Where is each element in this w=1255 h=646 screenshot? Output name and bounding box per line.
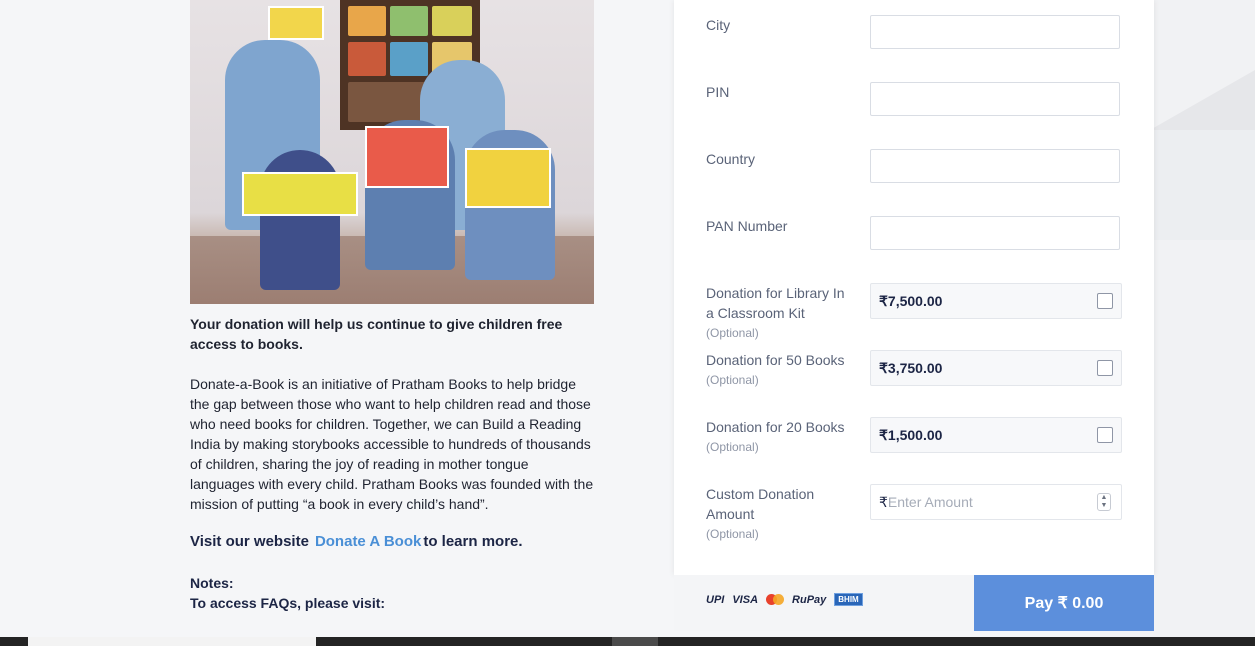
donation-row: Donation for Library In a Classroom Kit … [706, 283, 1126, 347]
visit-suffix: to learn more. [423, 533, 523, 550]
city-label: City [706, 17, 731, 33]
taskbar-app-icon[interactable] [612, 637, 658, 646]
country-label: Country [706, 151, 756, 167]
donation-label: Donation for 50 Books [706, 352, 845, 368]
donation-row: Donation for 20 Books (Optional) ₹1,500.… [706, 417, 1126, 481]
donation-option[interactable]: ₹3,750.00 [870, 350, 1122, 386]
country-input[interactable] [870, 149, 1120, 183]
optional-tag: (Optional) [706, 440, 759, 454]
pan-row: PAN Number [706, 216, 1126, 276]
amount-placeholder: Enter Amount [887, 494, 973, 510]
custom-donation-row: Custom Donation Amount (Optional) ₹Enter… [706, 484, 1126, 548]
custom-donation-label: Custom Donation Amount [706, 486, 815, 522]
pay-label: Pay [1024, 595, 1054, 612]
payment-footer: UPI VISA RuPay BHIM Pay ₹ 0.00 [674, 575, 1154, 631]
donation-checkbox[interactable] [1097, 293, 1113, 309]
notes-section: Notes: To access FAQs, please visit: [190, 573, 600, 613]
pay-button[interactable]: Pay ₹ 0.00 [974, 575, 1154, 631]
notes-title: Notes: [190, 575, 234, 591]
left-column: Your donation will help us continue to g… [190, 0, 600, 613]
children-reading-photo [190, 0, 594, 304]
city-input[interactable] [870, 15, 1120, 49]
photo-book [242, 172, 358, 216]
photo-book [268, 6, 324, 40]
bharat-logo: BHIM [834, 593, 863, 606]
visit-website-line: Visit our website Donate A Book to learn m… [190, 533, 600, 550]
mastercard-icon [766, 594, 785, 605]
donation-checkbox[interactable] [1097, 360, 1113, 376]
pin-row: PIN [706, 82, 1126, 142]
donation-row: Donation for 50 Books (Optional) ₹3,750.… [706, 350, 1126, 414]
taskbar-search-box[interactable] [28, 637, 316, 646]
donate-a-book-link[interactable]: Donate A Book [315, 533, 421, 550]
background-shape [1150, 70, 1255, 130]
donation-form-card: City PIN Country PAN Number Donation for… [674, 0, 1154, 575]
pin-input[interactable] [870, 82, 1120, 116]
upi-logo: UPI [706, 593, 725, 606]
photo-book [365, 126, 449, 188]
pan-input[interactable] [870, 216, 1120, 250]
pay-amount: ₹ 0.00 [1057, 595, 1104, 612]
optional-tag: (Optional) [706, 373, 759, 387]
city-row: City [706, 15, 1126, 75]
payment-methods: UPI VISA RuPay BHIM [706, 593, 863, 606]
donation-label: Donation for 20 Books [706, 419, 845, 435]
optional-tag: (Optional) [706, 527, 759, 541]
donation-label: Donation for Library In a Classroom Kit [706, 285, 845, 321]
donation-option[interactable]: ₹7,500.00 [870, 283, 1122, 319]
optional-tag: (Optional) [706, 326, 759, 340]
country-row: Country [706, 149, 1126, 209]
donation-lead-text: Your donation will help us continue to g… [190, 316, 563, 352]
donation-option[interactable]: ₹1,500.00 [870, 417, 1122, 453]
os-taskbar [0, 637, 1255, 646]
visit-prefix: Visit our website [190, 533, 309, 550]
faq-line: To access FAQs, please visit: [190, 595, 386, 611]
pan-label: PAN Number [706, 218, 788, 234]
currency-symbol: ₹ [879, 494, 888, 510]
custom-amount-input[interactable]: ₹Enter Amount ▲ ▼ [870, 484, 1122, 520]
pin-label: PIN [706, 84, 730, 100]
donation-amount: ₹7,500.00 [879, 293, 943, 309]
photo-child [260, 150, 340, 290]
visa-logo: VISA [732, 593, 759, 606]
background-shape [1150, 130, 1255, 240]
photo-book [465, 148, 551, 208]
donation-amount: ₹3,750.00 [879, 360, 943, 376]
rupay-logo: RuPay [792, 593, 827, 606]
number-stepper-icon[interactable]: ▲ ▼ [1097, 493, 1111, 511]
donation-checkbox[interactable] [1097, 427, 1113, 443]
donation-amount: ₹1,500.00 [879, 427, 943, 443]
about-paragraph: Donate-a-Book is an initiative of Pratha… [190, 376, 594, 512]
